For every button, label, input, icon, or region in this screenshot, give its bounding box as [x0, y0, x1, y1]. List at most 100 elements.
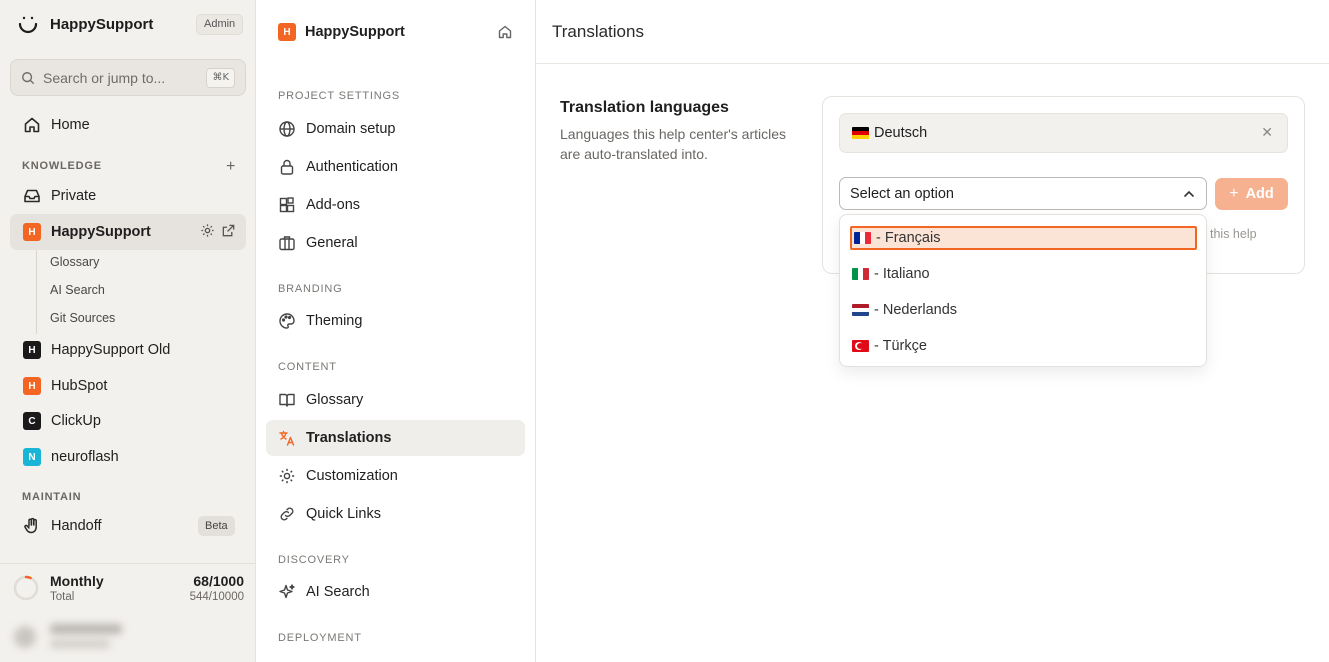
- nav-label: Theming: [306, 313, 363, 329]
- settings-nav: H HappySupport PROJECT SETTINGS Domain s…: [256, 0, 536, 662]
- home-icon[interactable]: [497, 24, 513, 40]
- add-knowledge-icon[interactable]: +: [226, 158, 235, 176]
- page-title: Translations: [552, 22, 644, 41]
- sidebar-item-label: Private: [51, 188, 97, 204]
- external-link-icon[interactable]: [221, 223, 236, 238]
- app-sidebar: HappySupport Admin Search or jump to... …: [0, 0, 256, 662]
- maintain-section-label: MAINTAIN: [22, 491, 82, 503]
- blocks-icon: [278, 196, 296, 214]
- nav-label: Domain setup: [306, 121, 396, 137]
- hand-icon: [22, 516, 42, 536]
- project-avatar: H: [23, 341, 41, 359]
- top-bar: Translations: [536, 0, 1329, 64]
- add-language-button[interactable]: + Add: [1215, 178, 1288, 210]
- sidebar-item-label: ClickUp: [51, 413, 101, 429]
- globe-icon: [278, 120, 296, 138]
- briefcase-icon: [278, 234, 296, 252]
- sidebar-item-hubspot[interactable]: H HubSpot: [10, 368, 246, 404]
- sparkles-icon: [278, 583, 296, 601]
- nav-customization[interactable]: Customization: [266, 458, 525, 494]
- gear-icon[interactable]: [200, 223, 215, 238]
- avatar: [14, 626, 36, 648]
- language-select[interactable]: Select an option: [839, 177, 1207, 210]
- usage-meter[interactable]: Monthly Total 68/1000 544/10000: [0, 563, 255, 613]
- nav-label: Add-ons: [306, 197, 361, 213]
- nav-glossary[interactable]: Glossary: [266, 382, 525, 418]
- nav-translations[interactable]: Translations: [266, 420, 525, 456]
- sidebar-item-home[interactable]: Home: [10, 107, 246, 143]
- home-icon: [22, 115, 42, 135]
- sub-item-git-sources[interactable]: Git Sources: [50, 311, 115, 325]
- link-icon: [278, 505, 296, 523]
- brand[interactable]: HappySupport: [16, 12, 153, 36]
- flag-it-icon: [852, 268, 869, 280]
- option-turkce[interactable]: - Türkçe: [850, 334, 1197, 358]
- option-italiano[interactable]: - Italiano: [850, 262, 1197, 286]
- language-chip-deutsch: Deutsch ✕: [839, 113, 1288, 153]
- sidebar-item-label: Home: [51, 117, 90, 133]
- translate-icon: [278, 429, 296, 447]
- project-avatar: C: [23, 412, 41, 430]
- sidebar-item-label: Handoff: [51, 518, 102, 534]
- search-shortcut: ⌘K: [206, 67, 235, 88]
- nav-label: Glossary: [306, 392, 364, 408]
- chevron-up-icon: [1184, 190, 1194, 197]
- tree-line: [36, 250, 37, 334]
- option-label: - Nederlands: [874, 302, 958, 318]
- flag-de-icon: [852, 127, 869, 139]
- inbox-icon: [22, 186, 42, 206]
- search-icon: [22, 71, 35, 84]
- search-placeholder: Search or jump to...: [43, 69, 166, 86]
- sub-item-ai-search[interactable]: AI Search: [50, 283, 105, 297]
- section-title: Translation languages: [560, 99, 729, 116]
- nav-label: Quick Links: [306, 506, 381, 522]
- user-profile[interactable]: [12, 620, 142, 654]
- palette-icon: [278, 312, 296, 330]
- nav-add-ons[interactable]: Add-ons: [266, 187, 525, 223]
- project-avatar: H: [23, 377, 41, 395]
- sidebar-item-happysupport-old[interactable]: H HappySupport Old: [10, 332, 246, 368]
- project-avatar: H: [278, 23, 296, 41]
- role-badge: Admin: [196, 14, 244, 35]
- nav-authentication[interactable]: Authentication: [266, 149, 525, 185]
- search-input[interactable]: Search or jump to... ⌘K: [10, 59, 246, 96]
- project-settings-label: PROJECT SETTINGS: [278, 90, 400, 102]
- sidebar-item-private[interactable]: Private: [10, 178, 246, 214]
- nav-domain-setup[interactable]: Domain setup: [266, 111, 525, 147]
- nav-label: Customization: [306, 468, 398, 484]
- project-avatar: N: [23, 448, 41, 466]
- sidebar-item-neuroflash[interactable]: N neuroflash: [10, 439, 246, 475]
- nav-quick-links[interactable]: Quick Links: [266, 496, 525, 532]
- usage-total: 544/10000: [189, 591, 244, 603]
- select-placeholder: Select an option: [850, 185, 954, 202]
- flag-tr-icon: [852, 340, 869, 352]
- brand-name: HappySupport: [50, 15, 154, 33]
- nav-general[interactable]: General: [266, 225, 525, 261]
- project-name: HappySupport: [305, 24, 405, 40]
- option-label: - Türkçe: [874, 338, 927, 354]
- content-label: CONTENT: [278, 361, 337, 373]
- nav-theming[interactable]: Theming: [266, 303, 525, 339]
- option-nederlands[interactable]: - Nederlands: [850, 298, 1197, 322]
- nav-label: Authentication: [306, 159, 398, 175]
- sidebar-item-happysupport[interactable]: H HappySupport: [10, 214, 246, 250]
- project-header: H HappySupport: [278, 23, 405, 41]
- option-francais[interactable]: - Français: [850, 226, 1197, 250]
- gear-icon: [278, 467, 296, 485]
- nav-label: General: [306, 235, 358, 251]
- sub-item-glossary[interactable]: Glossary: [50, 255, 99, 269]
- usage-ring: [13, 575, 39, 601]
- lock-icon: [278, 158, 296, 176]
- nav-label: AI Search: [306, 584, 370, 600]
- nav-ai-search[interactable]: AI Search: [266, 574, 525, 610]
- discovery-label: DISCOVERY: [278, 554, 350, 566]
- deployment-label: DEPLOYMENT: [278, 632, 362, 644]
- usage-value: 68/1000: [193, 573, 244, 589]
- sidebar-item-clickup[interactable]: C ClickUp: [10, 403, 246, 439]
- book-open-icon: [278, 391, 296, 409]
- chip-label: Deutsch: [874, 125, 928, 141]
- branding-label: BRANDING: [278, 283, 343, 295]
- section-description: Languages this help center's articles ar…: [560, 126, 787, 162]
- remove-language-icon[interactable]: ✕: [1261, 124, 1273, 141]
- project-avatar: H: [23, 223, 41, 241]
